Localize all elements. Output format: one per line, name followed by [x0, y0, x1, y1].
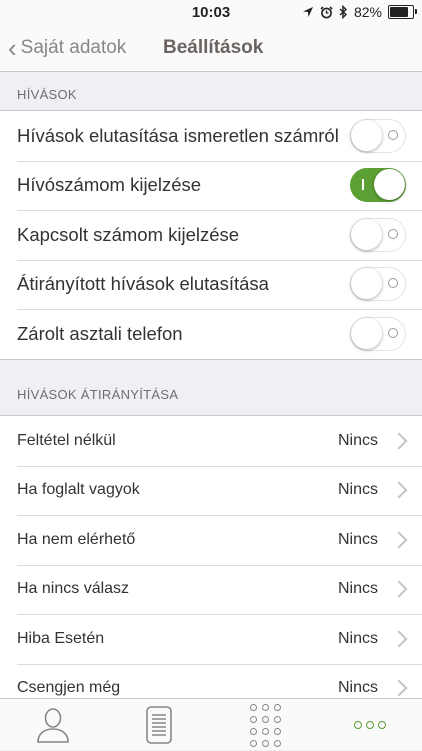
status-right: 82% [302, 4, 417, 20]
forward-label: Ha nincs válasz [17, 580, 130, 598]
status-bar: 10:03 82% [0, 0, 422, 24]
location-arrow-icon [302, 7, 313, 17]
contacts-icon [37, 708, 69, 743]
show-caller-id-toggle[interactable] [350, 168, 406, 203]
chevron-left-icon: ‹ [8, 33, 17, 63]
reject-unknown-toggle[interactable] [350, 118, 406, 153]
tab-dialpad[interactable] [212, 699, 318, 751]
tab-call-log[interactable] [106, 699, 212, 751]
toggle-knob [351, 119, 382, 151]
forward-value: Nincs [337, 481, 378, 499]
more-icon [354, 721, 386, 729]
alarm-icon [320, 5, 333, 18]
forward-label: Ha nem elérhető [17, 530, 136, 548]
section-header-forwarding-label: HÍVÁSOK ÁTIRÁNYÍTÁSA [17, 387, 179, 402]
back-button-label: Saját adatok [20, 37, 127, 58]
forward-row-busy[interactable]: Ha foglalt vagyok Nincs [0, 465, 422, 516]
forward-row-unconditional[interactable]: Feltétel nélkül Nincs [0, 416, 422, 466]
forward-value: Nincs [337, 431, 378, 449]
toggle-knob [351, 218, 382, 250]
chevron-right-icon [390, 580, 408, 598]
toggle-knob [351, 317, 382, 349]
setting-row-show-caller-id: Hívószámom kijelzése [0, 160, 422, 211]
nav-bar: ‹ Saját adatok Beállítások [0, 24, 422, 72]
setting-label: Hívószámom kijelzése [17, 174, 202, 196]
setting-row-reject-forwarded: Átirányított hívások elutasítása [0, 259, 422, 310]
chevron-right-icon [390, 679, 408, 697]
setting-label: Kapcsolt számom kijelzése [17, 223, 240, 245]
toggle-on-mark-icon [362, 179, 364, 191]
forward-row-on-error[interactable]: Hiba Esetén Nincs [0, 614, 422, 664]
setting-row-connected-number: Kapcsolt számom kijelzése [0, 210, 422, 260]
toggle-knob [374, 169, 405, 201]
forward-value: Nincs [337, 530, 378, 548]
forward-label: Csengjen még [17, 679, 121, 697]
battery-percent: 82% [353, 4, 382, 20]
dialpad-icon [249, 703, 281, 747]
forwarding-settings-group: Feltétel nélkül Nincs Ha foglalt vagyok … [0, 415, 422, 713]
toggle-knob [351, 268, 382, 300]
bluetooth-icon [339, 5, 347, 19]
forward-label: Feltétel nélkül [17, 431, 116, 449]
section-header-calls-label: HÍVÁSOK [17, 87, 77, 102]
battery-fill [390, 7, 409, 17]
chevron-right-icon [390, 432, 408, 450]
connected-number-toggle[interactable] [350, 217, 406, 252]
call-log-icon [146, 706, 172, 744]
page-title: Beállítások [163, 37, 264, 58]
tab-contacts[interactable] [0, 699, 106, 751]
tab-bar [0, 698, 422, 750]
setting-label: Zárolt asztali telefon [17, 322, 183, 344]
setting-row-locked-desk-phone: Zárolt asztali telefon [0, 309, 422, 359]
setting-row-reject-unknown: Hívások elutasítása ismeretlen számról [0, 111, 422, 161]
section-header-calls: HÍVÁSOK [0, 72, 422, 110]
section-header-forwarding: HÍVÁSOK ÁTIRÁNYÍTÁSA [0, 372, 422, 410]
toggle-off-mark-icon [388, 228, 398, 239]
forward-value: Nincs [337, 679, 378, 697]
forward-value: Nincs [337, 629, 378, 647]
forward-value: Nincs [337, 580, 378, 598]
chevron-right-icon [390, 630, 408, 648]
locked-desk-phone-toggle[interactable] [350, 316, 406, 351]
setting-label: Hívások elutasítása ismeretlen számról [17, 124, 339, 146]
forward-label: Hiba Esetén [17, 629, 105, 647]
toggle-off-mark-icon [388, 129, 398, 140]
chevron-right-icon [390, 481, 408, 499]
battery-icon [388, 5, 417, 19]
forward-row-no-answer[interactable]: Ha nincs válasz Nincs [0, 564, 422, 615]
setting-label: Átirányított hívások elutasítása [17, 273, 269, 295]
back-button[interactable]: ‹ Saját adatok [8, 24, 126, 72]
forward-label: Ha foglalt vagyok [17, 481, 140, 499]
chevron-right-icon [390, 531, 408, 549]
tab-more[interactable] [318, 699, 422, 751]
toggle-off-mark-icon [388, 278, 398, 289]
forward-row-unreachable[interactable]: Ha nem elérhető Nincs [0, 515, 422, 565]
toggle-off-mark-icon [388, 327, 398, 338]
calls-settings-group: Hívások elutasítása ismeretlen számról H… [0, 110, 422, 360]
reject-forwarded-toggle[interactable] [350, 267, 406, 302]
